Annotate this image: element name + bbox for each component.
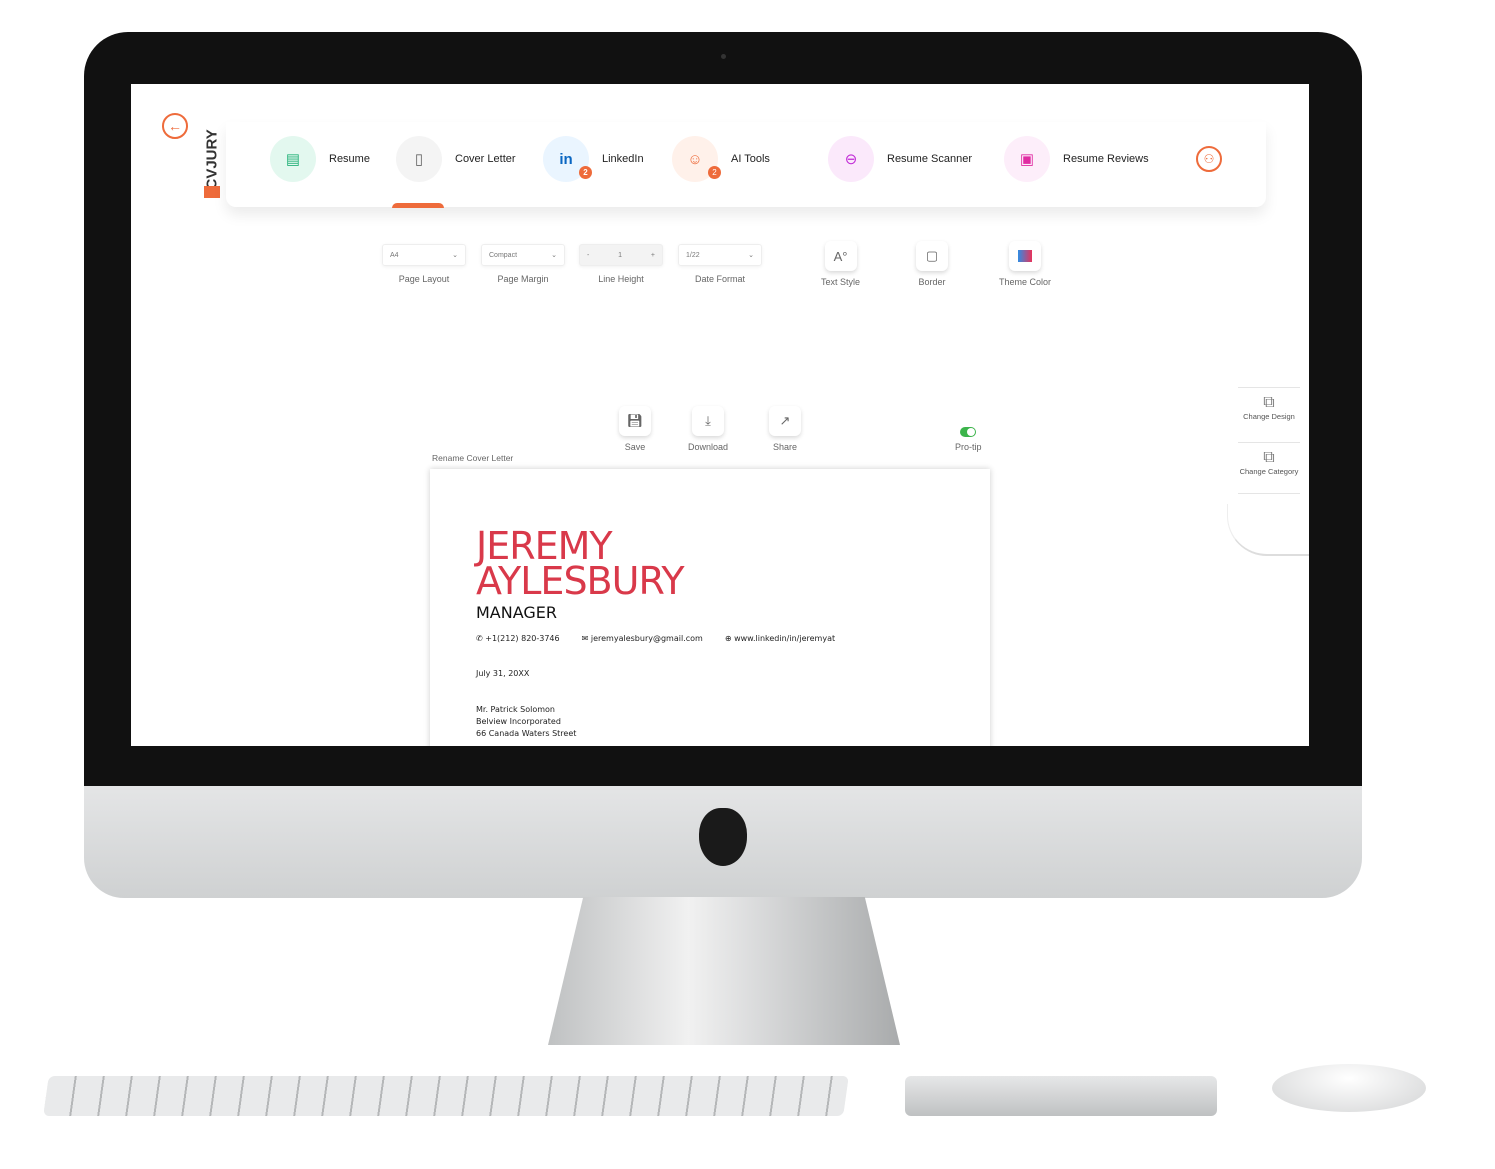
nav-linkedin[interactable]: in 2 LinkedIn <box>543 136 644 182</box>
protip-toggle[interactable] <box>960 427 977 437</box>
line-height-stepper[interactable]: - 1 + <box>579 244 663 266</box>
cover-letter-preview: JEREMY AYLESBURY MANAGER ✆ +1(212) 820-3… <box>430 469 990 746</box>
app-screen: ← CVJURY ▤ Resume ▯ Cover Letter in 2 Linked… <box>131 84 1309 746</box>
phone: ✆ +1(212) 820-3746 <box>476 634 560 643</box>
active-indicator <box>392 203 444 208</box>
logo-text: CVJURY <box>203 129 221 190</box>
change-category-icon: ⧉ <box>1263 449 1275 466</box>
label: Share <box>772 442 798 452</box>
label: Theme Color <box>999 277 1052 287</box>
nav-resume[interactable]: ▤ Resume <box>270 136 370 182</box>
badge: 2 <box>579 166 592 179</box>
user-profile-icon[interactable]: ⚇ <box>1196 146 1222 172</box>
side-panel-edge <box>1227 504 1309 556</box>
nav-label: AI Tools <box>731 153 770 165</box>
resume-doc-icon: ▤ <box>270 136 316 182</box>
label: Page Margin <box>497 274 549 284</box>
theme-color-button[interactable]: Theme Color <box>999 241 1051 287</box>
nav-ai-tools[interactable]: ☺ 2 AI Tools <box>672 136 770 182</box>
contact-row: ✆ +1(212) 820-3746 ✉ jeremyalesbury@gmai… <box>476 634 835 643</box>
logo: CVJURY <box>201 118 221 198</box>
save-icon: 💾︎ <box>619 406 651 436</box>
last-name: AYLESBURY <box>476 559 685 603</box>
border-icon: ▢ <box>916 241 948 271</box>
label: Date Format <box>694 274 745 284</box>
share-icon: ↗ <box>769 406 801 436</box>
page-layout-select[interactable]: A4 ⌄ <box>382 244 466 266</box>
top-nav: ▤ Resume ▯ Cover Letter in 2 LinkedIn ☺ 2 AI T… <box>226 122 1266 208</box>
review-icon: ▣ <box>1004 136 1050 182</box>
keyboard <box>43 1076 849 1116</box>
job-title: MANAGER <box>476 603 558 622</box>
imac-stand <box>548 897 900 1045</box>
change-design-button[interactable]: ⧉ Change Design <box>1238 387 1300 442</box>
letter-date: July 31, 20XX <box>476 669 530 678</box>
line-height-value: 1 <box>618 251 623 259</box>
theme-color-icon <box>1009 241 1042 271</box>
page-layout-control: A4 ⌄ Page Layout <box>382 244 466 284</box>
label: Text Style <box>821 277 861 287</box>
camera <box>721 54 726 59</box>
nav-label: Resume <box>329 153 370 165</box>
label: Border <box>918 277 946 287</box>
increment-button[interactable]: + <box>651 252 655 259</box>
text-style-button[interactable]: A° Text Style <box>821 241 860 287</box>
nav-label: LinkedIn <box>602 153 644 165</box>
label: Pro-tip <box>955 442 982 452</box>
protip-toggle-group: Pro-tip <box>955 427 982 452</box>
robot-icon: ☺ 2 <box>672 136 721 182</box>
nav-resume-scanner[interactable]: ⊖ Resume Scanner <box>828 136 972 182</box>
nav-cover-letter[interactable]: ▯ Cover Letter <box>396 136 516 182</box>
download-button[interactable]: ⤓ Download <box>688 406 728 452</box>
badge: 2 <box>708 166 721 179</box>
linkedin-icon: in 2 <box>543 136 592 182</box>
date-format-control: 1/22 ⌄ Date Format <box>678 244 762 284</box>
nav-label: Resume Reviews <box>1063 153 1149 165</box>
website[interactable]: ⊕ www.linkedin/in/jeremyat <box>725 634 835 643</box>
label: Change Design <box>1243 412 1295 421</box>
save-button[interactable]: 💾︎ Save <box>619 406 651 452</box>
apple-logo-icon <box>699 808 747 866</box>
date-format-select[interactable]: 1/22 ⌄ <box>678 244 762 266</box>
text-style-icon: A° <box>824 241 857 271</box>
nav-resume-reviews[interactable]: ▣ Resume Reviews <box>1004 136 1149 182</box>
back-button[interactable]: ← <box>162 113 188 139</box>
rename-cover-letter-link[interactable]: Rename Cover Letter <box>432 453 513 463</box>
page-margin-control: Compact ⌄ Page Margin <box>481 244 565 284</box>
share-button[interactable]: ↗ Share <box>769 406 801 452</box>
line-height-control: - 1 + Line Height <box>579 244 663 284</box>
label: Download <box>688 442 729 452</box>
nav-label: Cover Letter <box>455 153 516 165</box>
scanner-icon: ⊖ <box>828 136 874 182</box>
trackpad <box>905 1076 1217 1116</box>
label: Change Category <box>1239 467 1299 476</box>
page-margin-select[interactable]: Compact ⌄ <box>481 244 565 266</box>
logo-mark <box>204 186 220 198</box>
label: Page Layout <box>398 274 450 284</box>
decrement-button[interactable]: - <box>587 252 589 259</box>
nav-label: Resume Scanner <box>887 153 972 165</box>
email[interactable]: ✉ jeremyalesbury@gmail.com <box>582 634 703 643</box>
imac-chin <box>84 786 1362 898</box>
download-icon: ⤓ <box>692 406 725 436</box>
mouse <box>1272 1064 1426 1112</box>
label: Save <box>624 442 646 452</box>
cover-letter-icon: ▯ <box>396 136 442 182</box>
label: Line Height <box>598 274 644 284</box>
border-button[interactable]: ▢ Border <box>916 241 948 287</box>
change-design-icon: ⧉ <box>1263 394 1275 411</box>
recipient-block: Mr. Patrick Solomon Belview Incorporated 6… <box>476 705 577 738</box>
change-category-button[interactable]: ⧉ Change Category <box>1238 442 1300 494</box>
